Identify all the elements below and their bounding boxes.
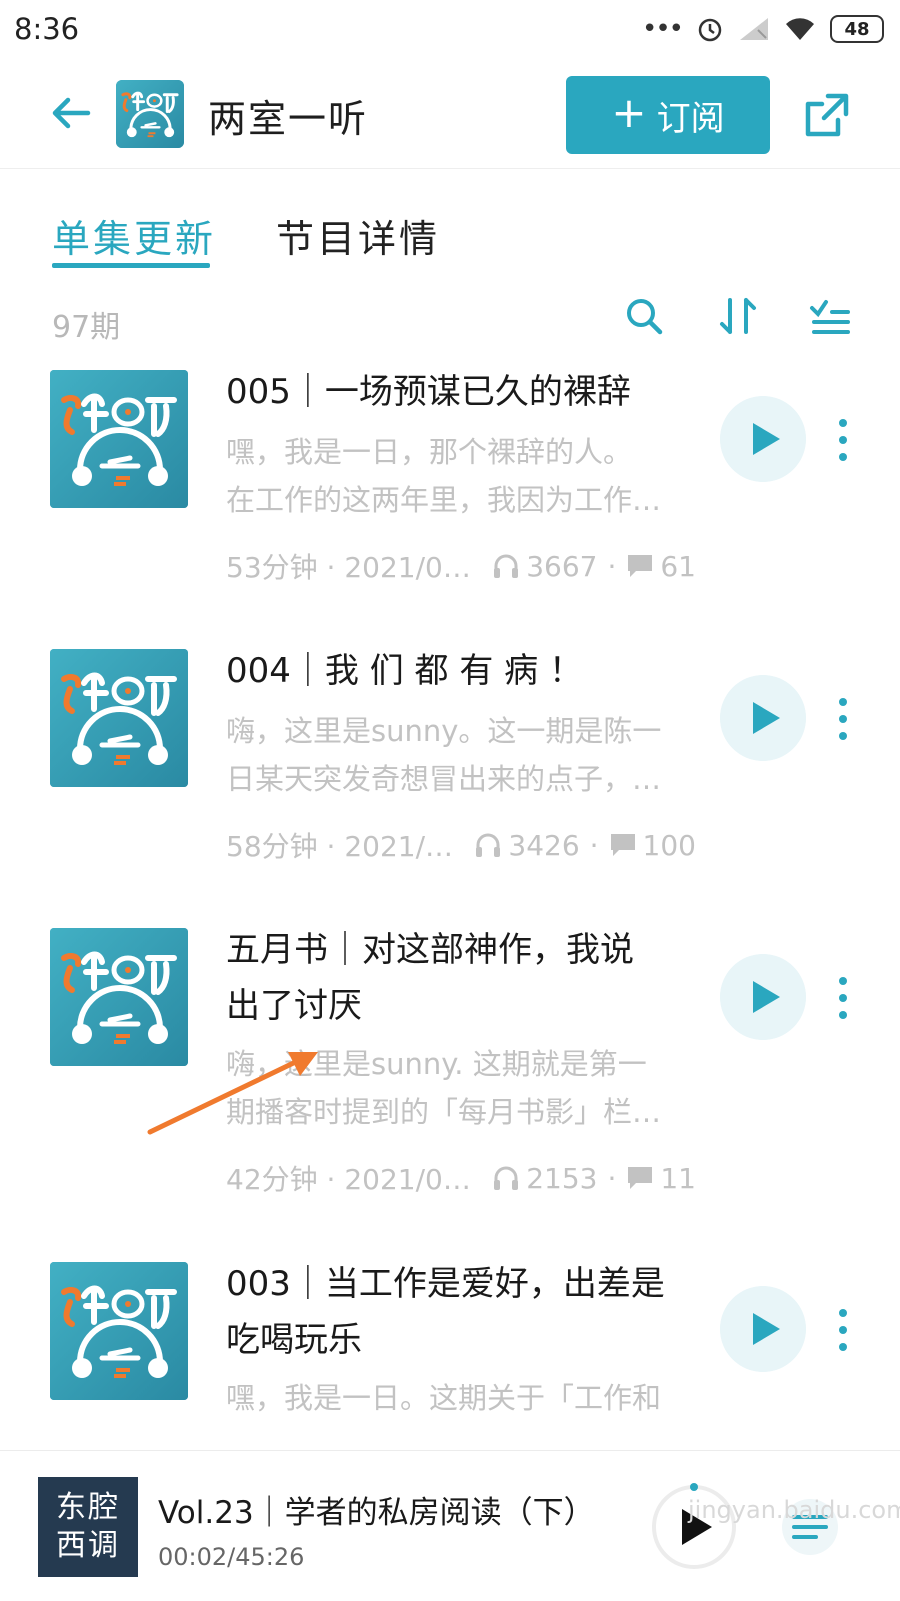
mini-play-button[interactable] — [648, 1481, 740, 1573]
comment-icon — [628, 555, 653, 577]
episode-description: 嘿，我是一日。这期关于「工作和 — [226, 1381, 662, 1415]
tab-active-indicator — [52, 263, 210, 268]
episode-meta: 42分钟 · 2021/0… 2153 · 11 — [226, 1158, 696, 1198]
more-options-icon[interactable] — [836, 697, 850, 741]
status-icons: ••• 48 — [642, 14, 884, 44]
status-bar: 8:36 ••• 48 — [0, 0, 900, 62]
episode-cover — [50, 370, 188, 508]
subscribe-label: 订阅 — [656, 98, 725, 139]
battery-indicator: 48 — [830, 15, 884, 43]
episode-meta: 58分钟 · 2021/… 3426 · 100 — [226, 825, 696, 865]
subscribe-button[interactable]: + 订阅 — [566, 76, 770, 154]
play-count: 2153 — [526, 1161, 598, 1195]
wifi-icon — [786, 18, 814, 40]
headphones-icon — [494, 554, 519, 578]
episode-cover — [50, 649, 188, 787]
episode-duration-date: 42分钟 · 2021/0… — [226, 1163, 471, 1196]
now-playing-title: Vol.23｜学者的私房阅读（下） — [158, 1495, 595, 1531]
now-playing-time: 00:02/45:26 — [158, 1543, 305, 1571]
comment-count: 11 — [660, 1161, 696, 1195]
episode-description: 嗨，这里是sunny。这一期是陈一 日某天突发奇想冒出来的点子，… — [226, 714, 662, 796]
play-button[interactable] — [720, 675, 806, 761]
tab-program-details[interactable]: 节目详情 — [276, 208, 440, 263]
annotation-arrow — [147, 1052, 318, 1135]
play-count: 3426 — [508, 828, 580, 862]
more-dots-icon: ••• — [641, 14, 684, 44]
watermark: jingyan.baidu.com — [688, 1496, 900, 1524]
comment-icon — [628, 1167, 653, 1189]
back-arrow-icon[interactable] — [46, 88, 96, 138]
share-icon[interactable] — [800, 88, 854, 142]
episode-title[interactable]: 005｜一场预谋已久的裸辞 — [226, 364, 696, 420]
search-icon[interactable] — [622, 294, 666, 338]
episode-title[interactable]: 五月书｜对这部神作，我说 出了讨厌 — [226, 922, 696, 1034]
more-options-icon[interactable] — [836, 976, 850, 1020]
more-options-icon[interactable] — [836, 418, 850, 462]
headphones-icon — [494, 1166, 519, 1190]
episode-meta: 53分钟 · 2021/0… 3667 · 61 — [226, 546, 696, 586]
episode-duration-date: 53分钟 · 2021/0… — [226, 551, 471, 584]
batch-select-icon[interactable] — [808, 294, 852, 338]
play-count: 3667 — [526, 549, 598, 583]
now-playing-cover: 东腔 西调 — [38, 1477, 138, 1577]
episode-title[interactable]: 004｜我 们 都 有 病 ！ — [226, 643, 696, 699]
status-time: 8:36 — [14, 12, 80, 46]
mini-player[interactable]: 东腔 西调 Vol.23｜学者的私房阅读（下） 00:02/45:26 — [0, 1450, 900, 1601]
comment-count: 61 — [660, 549, 696, 583]
episode-item[interactable]: 003｜当工作是爱好，出差是 吃喝玩乐 嘿，我是一日。这期关于「工作和 — [0, 1262, 900, 1450]
episode-cover — [50, 1262, 188, 1400]
podcast-title: 两室一听 — [208, 97, 369, 141]
comment-count: 100 — [642, 828, 696, 862]
headphones-icon — [476, 833, 501, 857]
comment-icon — [610, 834, 635, 856]
play-button[interactable] — [720, 1286, 806, 1372]
episode-title[interactable]: 003｜当工作是爱好，出差是 吃喝玩乐 — [226, 1262, 696, 1368]
plus-icon: + — [611, 88, 647, 137]
episode-count: 97期 — [52, 310, 121, 345]
play-button[interactable] — [720, 396, 806, 482]
header-bar: 两室一听 + 订阅 — [0, 62, 900, 169]
podcast-logo — [116, 80, 184, 148]
alarm-icon — [698, 18, 722, 42]
more-options-icon[interactable] — [836, 1308, 850, 1352]
sort-icon[interactable] — [716, 294, 760, 338]
episode-duration-date: 58分钟 · 2021/… — [226, 830, 454, 863]
episode-description: 嘿，我是一日，那个裸辞的人。 在工作的这两年里，我因为工作… — [226, 435, 662, 517]
signal-icon — [740, 18, 768, 40]
play-button[interactable] — [720, 954, 806, 1040]
tab-episode-updates[interactable]: 单集更新 — [52, 208, 216, 263]
